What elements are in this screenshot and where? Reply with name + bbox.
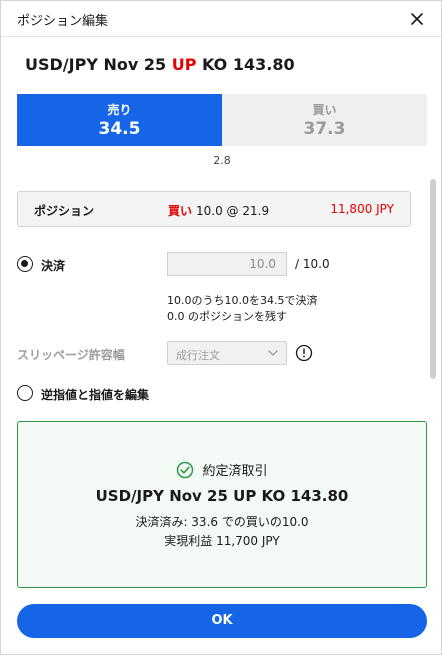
confirmation-title: 約定済取引 — [202, 464, 268, 479]
instrument-prefix: USD/JPY Nov 25 — [25, 55, 172, 74]
close-icon — [411, 13, 423, 25]
slippage-label: スリッページ許容幅 — [17, 348, 125, 362]
instrument-suffix: KO 143.80 — [196, 55, 295, 74]
settle-quantity-max: / 10.0 — [295, 257, 330, 271]
settle-radio[interactable] — [17, 256, 33, 272]
slippage-selected-value: 成行注文 — [176, 349, 220, 362]
ok-button[interactable]: OK — [17, 604, 427, 638]
chevron-down-icon — [268, 350, 278, 356]
price-selector: 売り 34.5 買い 37.3 — [17, 94, 427, 146]
position-summary: ポジション 買い 10.0 @ 21.9 11,800 JPY — [17, 191, 411, 227]
confirmation-header: 約定済取引 — [18, 460, 426, 479]
position-label: ポジション — [34, 204, 95, 218]
settle-info-line2: 0.0 のポジションを残す — [167, 310, 287, 323]
spread-value: 2.8 — [213, 154, 231, 167]
edit-stop-limit-label[interactable]: 逆指値と指値を編集 — [41, 386, 149, 403]
position-pnl: 11,800 JPY — [330, 202, 394, 216]
sell-button[interactable]: 売り 34.5 — [17, 94, 222, 146]
edit-stop-limit-radio[interactable] — [17, 385, 33, 401]
close-button[interactable] — [405, 7, 429, 31]
position-detail: 買い 10.0 @ 21.9 — [168, 202, 269, 219]
slippage-select[interactable]: 成行注文 — [167, 341, 287, 365]
sell-label: 売り — [107, 103, 132, 117]
sell-price: 34.5 — [98, 119, 141, 139]
dialog-header: ポジション編集 — [1, 1, 441, 37]
confirmation-instrument: USD/JPY Nov 25 UP KO 143.80 — [95, 487, 349, 505]
confirmation-realized-pnl: 実現利益 11,700 JPY — [164, 534, 280, 548]
position-side: 買い — [168, 204, 193, 218]
info-icon[interactable] — [295, 344, 313, 362]
buy-label: 買い — [312, 103, 337, 117]
instrument-direction: UP — [171, 55, 197, 74]
scrollbar-thumb[interactable] — [430, 179, 436, 379]
trade-confirmation: 約定済取引 USD/JPY Nov 25 UP KO 143.80 決済済み: … — [17, 421, 427, 588]
settle-quantity-input[interactable] — [167, 252, 287, 276]
edit-position-dialog: ポジション編集 USD/JPY Nov 25 UP KO 143.80 売り 3… — [0, 0, 442, 655]
instrument-title: USD/JPY Nov 25 UP KO 143.80 — [25, 55, 295, 74]
dialog-title: ポジション編集 — [17, 14, 109, 29]
check-circle-icon — [177, 461, 194, 478]
settle-label[interactable]: 決済 — [41, 257, 65, 274]
buy-price: 37.3 — [303, 119, 346, 139]
settle-info-line1: 10.0のうち10.0を34.5で決済 — [167, 294, 318, 307]
position-quantity-price: 10.0 @ 21.9 — [196, 204, 270, 218]
buy-button[interactable]: 買い 37.3 — [222, 94, 427, 146]
confirmation-fill-detail: 決済済み: 33.6 での買いの10.0 — [135, 515, 309, 529]
